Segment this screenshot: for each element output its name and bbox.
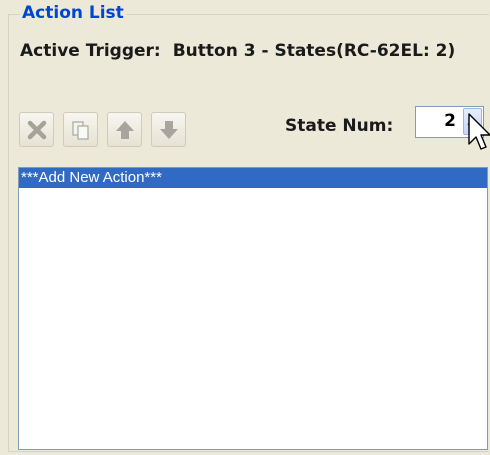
move-down-button[interactable]	[151, 112, 186, 147]
action-list-panel: Action List Active Trigger: Button 3 - St…	[0, 0, 490, 455]
move-up-button[interactable]	[107, 112, 142, 147]
active-trigger-row: Active Trigger: Button 3 - States(RC-62EL…	[20, 41, 455, 61]
active-trigger-value: Button 3 - States(RC-62EL: 2)	[172, 41, 456, 61]
action-toolbar	[19, 112, 186, 147]
group-title: Action List	[20, 2, 126, 24]
arrow-up-icon	[115, 120, 134, 139]
active-trigger-label: Active Trigger:	[20, 41, 161, 61]
state-num-value[interactable]: 2	[416, 107, 456, 137]
arrow-down-icon	[159, 120, 178, 139]
delete-action-button[interactable]	[19, 112, 54, 147]
actions-listbox[interactable]: ***Add New Action***	[18, 167, 488, 450]
copy-icon	[71, 120, 89, 140]
delete-x-icon	[27, 120, 46, 139]
state-num-label: State Num:	[285, 116, 394, 136]
mouse-cursor-icon	[468, 113, 490, 150]
list-item[interactable]: ***Add New Action***	[19, 168, 487, 188]
copy-action-button[interactable]	[63, 112, 98, 147]
